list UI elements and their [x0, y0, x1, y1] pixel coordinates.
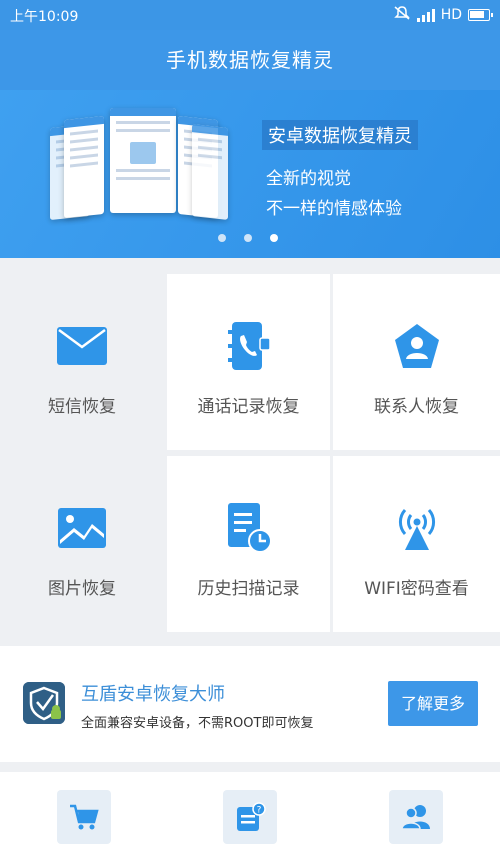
banner-page-indicator[interactable] [218, 234, 278, 242]
learn-more-button[interactable]: 了解更多 [388, 681, 478, 726]
app-title: 手机数据恢复精灵 [166, 48, 334, 72]
sms-recovery-tile[interactable]: 短信恢复 [0, 274, 164, 450]
wifi-tower-icon [389, 500, 445, 556]
app-title-bar: 手机数据恢复精灵 [0, 30, 500, 90]
users-icon[interactable] [389, 790, 443, 844]
banner-headline: 安卓数据恢复精灵 [262, 120, 418, 150]
scan-history-label: 历史扫描记录 [197, 579, 300, 599]
call-log-icon [221, 318, 277, 374]
banner-dot-1[interactable] [218, 234, 226, 242]
status-bar: 上午10:09 HD [0, 0, 500, 30]
call-log-recovery-tile[interactable]: 通话记录恢复 [167, 274, 330, 450]
banner-line-1: 全新的视觉 [266, 169, 351, 189]
feature-grid: 短信恢复 通话记录恢复 联系人恢复 图片恢复 历史扫描记录 WIFI密码查看 [0, 258, 500, 644]
promo-title[interactable]: 互盾安卓恢复大师 [81, 680, 225, 706]
banner-illustration [50, 108, 230, 223]
banner-dot-3[interactable] [270, 234, 278, 242]
network-label: HD [440, 7, 462, 23]
svg-text:?: ? [257, 806, 262, 816]
envelope-icon [54, 318, 110, 374]
promo-description: 全面兼容安卓设备，不需ROOT即可恢复 [81, 716, 314, 731]
contact-recovery-label: 联系人恢复 [374, 397, 459, 417]
status-time: 上午10:09 [10, 9, 79, 25]
promo-banner[interactable]: 安卓数据恢复精灵 全新的视觉 不一样的情感体验 [0, 90, 500, 258]
banner-dot-2[interactable] [244, 234, 252, 242]
history-icon [221, 500, 277, 556]
image-icon [54, 500, 110, 556]
image-recovery-label: 图片恢复 [48, 579, 116, 599]
scan-history-tile[interactable]: 历史扫描记录 [167, 456, 330, 632]
help-icon[interactable]: ? [223, 790, 277, 844]
cart-icon[interactable] [57, 790, 111, 844]
battery-icon [468, 9, 493, 21]
mute-icon [393, 5, 411, 25]
wifi-password-tile[interactable]: WIFI密码查看 [333, 456, 500, 632]
contact-recovery-tile[interactable]: 联系人恢复 [333, 274, 500, 450]
promo-card: 互盾安卓恢复大师 全面兼容安卓设备，不需ROOT即可恢复 了解更多 [0, 646, 500, 762]
wifi-password-label: WIFI密码查看 [364, 579, 469, 599]
banner-line-2: 不一样的情感体验 [266, 199, 402, 219]
signal-icon [416, 8, 435, 22]
bottom-shortcuts: ? [0, 772, 500, 849]
call-log-recovery-label: 通话记录恢复 [197, 397, 300, 417]
sms-recovery-label: 短信恢复 [48, 397, 116, 417]
app-logo-icon [23, 682, 65, 724]
image-recovery-tile[interactable]: 图片恢复 [0, 456, 164, 632]
contact-icon [389, 318, 445, 374]
